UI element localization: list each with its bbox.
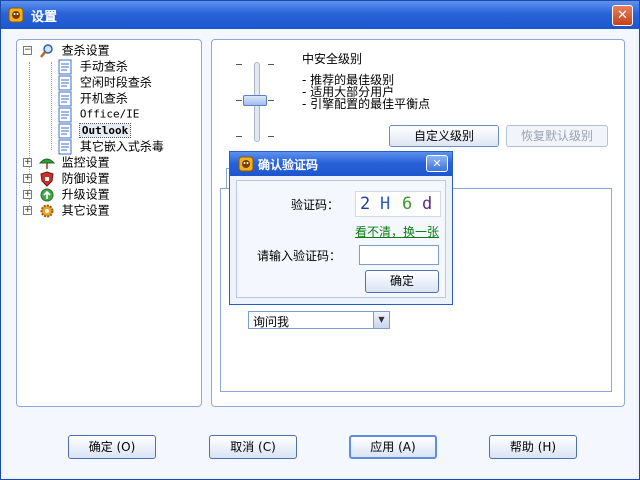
chevron-down-icon[interactable]: ▼ bbox=[373, 312, 389, 328]
tree-item-defense-settings[interactable]: + 防御设置 bbox=[23, 170, 110, 187]
slider-tick bbox=[268, 136, 274, 137]
window-close-button[interactable]: ✕ bbox=[612, 5, 633, 26]
captcha-char: 2 bbox=[360, 194, 371, 214]
tree-item-other-settings[interactable]: + 其它设置 bbox=[23, 202, 110, 218]
refresh-captcha-link[interactable]: 看不清，换一张 bbox=[355, 223, 439, 240]
settings-window: 设置 ✕ − 查杀设置 手动查杀 空闲时段查杀 开机查杀 Office/IE O… bbox=[0, 0, 640, 480]
dialog-title: 确认验证码 bbox=[258, 158, 319, 172]
settings-tree: − 查杀设置 手动查杀 空闲时段查杀 开机查杀 Office/IE Outloo… bbox=[16, 39, 202, 407]
tree-item-label: Office/IE bbox=[79, 107, 140, 121]
tree-item-embedded-scan[interactable]: 其它嵌入式杀毒 bbox=[57, 138, 164, 154]
tree-item-office-ie[interactable]: Office/IE bbox=[57, 106, 139, 122]
action-select[interactable]: 询问我 ▼ bbox=[248, 311, 390, 329]
captcha-input-label: 请输入验证码： bbox=[257, 249, 342, 263]
tree-item-outlook[interactable]: Outlook bbox=[57, 122, 132, 138]
tree-item-label: 手动查杀 bbox=[79, 59, 128, 74]
document-icon bbox=[58, 139, 72, 154]
update-globe-icon bbox=[40, 188, 54, 201]
captcha-label: 验证码： bbox=[291, 198, 340, 212]
tree-item-manual-scan[interactable]: 手动查杀 bbox=[57, 58, 128, 74]
dialog-close-button[interactable]: ✕ bbox=[426, 155, 448, 172]
tree-item-label: 空闲时段查杀 bbox=[79, 75, 152, 90]
app-shield-icon bbox=[238, 156, 254, 172]
ok-button[interactable]: 确定 (O) bbox=[68, 435, 156, 459]
slider-tick bbox=[236, 100, 242, 101]
slider-tick bbox=[268, 100, 274, 101]
dialog-title-bar[interactable]: 确认验证码 ✕ bbox=[230, 152, 452, 176]
level-description-line: - 引擎配置的最佳平衡点 bbox=[302, 97, 431, 111]
magnifier-icon bbox=[39, 43, 53, 58]
help-button[interactable]: 帮助 (H) bbox=[489, 435, 577, 459]
tree-item-label: Outlook bbox=[78, 122, 132, 138]
tree-item-scan-settings[interactable]: − 查杀设置 bbox=[23, 42, 110, 58]
tree-item-monitor-settings[interactable]: + 监控设置 bbox=[23, 154, 110, 170]
cancel-button[interactable]: 取消 (C) bbox=[209, 435, 297, 459]
tree-item-idle-scan[interactable]: 空闲时段查杀 bbox=[57, 74, 152, 90]
collapse-toggle[interactable]: − bbox=[23, 46, 32, 55]
tree-item-label: 其它嵌入式杀毒 bbox=[79, 139, 164, 154]
captcha-dialog: 确认验证码 ✕ 验证码： 2 H 6 d 看不清，换一张 请输入验证码： 确定 bbox=[229, 151, 453, 305]
expand-toggle[interactable]: + bbox=[23, 206, 32, 215]
tree-item-label: 查杀设置 bbox=[61, 43, 110, 58]
title-bar[interactable]: 设置 ✕ bbox=[1, 1, 639, 29]
tree-item-label: 升级设置 bbox=[61, 187, 110, 202]
custom-level-button[interactable]: 自定义级别 bbox=[389, 125, 499, 147]
tree-item-boot-scan[interactable]: 开机查杀 bbox=[57, 90, 128, 106]
tree-item-label: 防御设置 bbox=[61, 171, 110, 186]
restore-default-level-button[interactable]: 恢复默认级别 bbox=[506, 125, 608, 147]
slider-tick bbox=[236, 64, 242, 65]
expand-toggle[interactable]: + bbox=[23, 158, 32, 167]
tree-guide-line bbox=[51, 62, 52, 150]
document-icon bbox=[58, 91, 72, 106]
document-icon bbox=[58, 59, 72, 74]
captcha-image: 2 H 6 d bbox=[355, 191, 441, 217]
document-icon bbox=[58, 123, 72, 138]
dialog-ok-button[interactable]: 确定 bbox=[365, 270, 439, 293]
tree-item-label: 开机查杀 bbox=[79, 91, 128, 106]
apply-button[interactable]: 应用 (A) bbox=[349, 435, 437, 459]
captcha-input[interactable] bbox=[359, 245, 439, 265]
slider-tick bbox=[268, 64, 274, 65]
shield-icon bbox=[40, 170, 54, 187]
slider-tick bbox=[236, 136, 242, 137]
window-title: 设置 bbox=[31, 10, 58, 25]
captcha-char: H bbox=[380, 194, 391, 214]
document-icon bbox=[58, 107, 72, 122]
tree-item-label: 监控设置 bbox=[61, 155, 110, 170]
tree-item-label: 其它设置 bbox=[61, 203, 110, 218]
tree-item-update-settings[interactable]: + 升级设置 bbox=[23, 186, 110, 202]
security-level-title: 中安全级别 bbox=[302, 52, 363, 66]
captcha-char: d bbox=[422, 194, 433, 214]
action-select-value: 询问我 bbox=[253, 315, 290, 329]
document-icon bbox=[58, 75, 72, 90]
app-shield-icon bbox=[8, 7, 24, 23]
captcha-char: 6 bbox=[402, 194, 413, 214]
expand-toggle[interactable]: + bbox=[23, 174, 32, 183]
dialog-body: 验证码： 2 H 6 d 看不清，换一张 请输入验证码： 确定 bbox=[236, 180, 446, 298]
expand-toggle[interactable]: + bbox=[23, 190, 32, 199]
gear-icon bbox=[40, 204, 54, 217]
security-level-slider-thumb[interactable] bbox=[243, 95, 267, 106]
umbrella-icon bbox=[38, 158, 55, 169]
